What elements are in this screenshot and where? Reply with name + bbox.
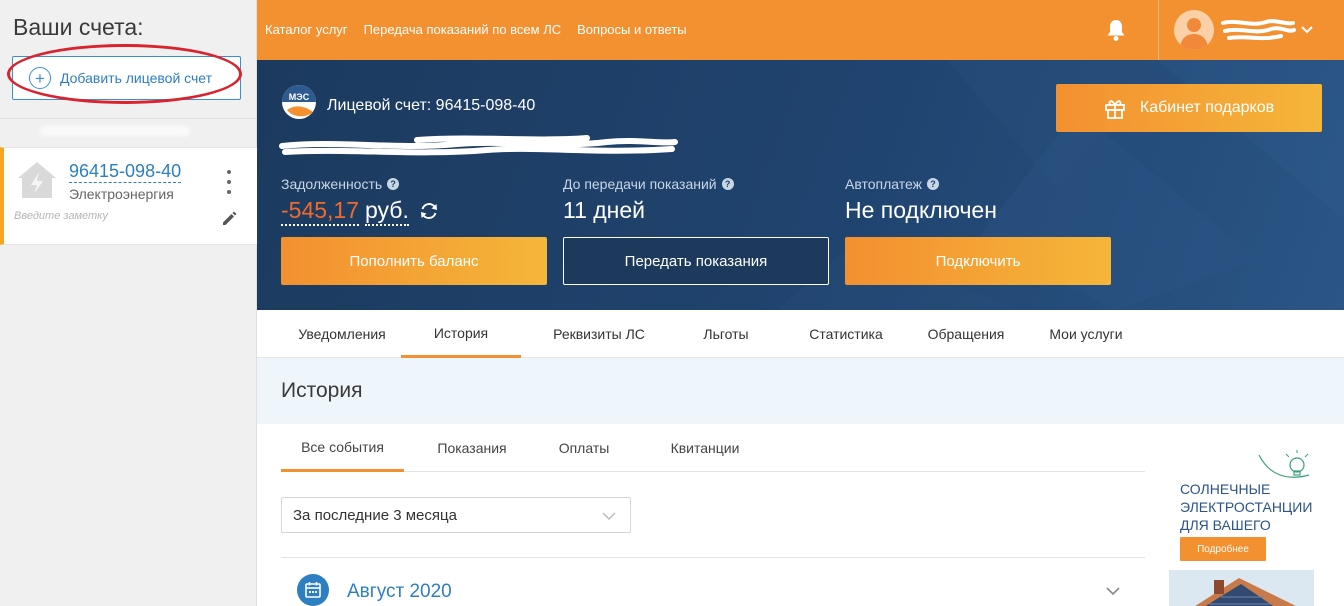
autopay-label: Автоплатеж ? [845,176,939,192]
history-header: История [257,358,1344,424]
help-icon[interactable]: ? [387,178,400,190]
note-input[interactable] [14,210,204,222]
add-account-button[interactable]: + Добавить лицевой счет [12,56,241,100]
autopay-label-text: Автоплатеж [845,176,922,192]
gift-icon [1104,100,1125,119]
plus-icon: + [29,67,51,89]
user-silhouette-icon [1180,18,1208,50]
chevron-down-icon[interactable] [1105,585,1121,597]
account-card[interactable]: 96415-098-40 Электроэнергия [0,147,257,245]
help-icon[interactable]: ? [927,178,939,190]
period-select-value: За последние 3 месяца [293,506,457,524]
bulb-icon [1258,450,1310,478]
subtab-receipts[interactable]: Квитанции [657,424,753,472]
debt-amount: -545,17 [281,196,360,226]
gift-cabinet-button[interactable]: Кабинет подарков [1056,84,1322,132]
subtab-all-events[interactable]: Все события [281,424,404,472]
month-group-label[interactable]: Август 2020 [347,581,452,603]
subtab-readings[interactable]: Показания [417,424,527,472]
account-tabs: Уведомления История Реквизиты ЛС Льготы … [257,310,1344,358]
chevron-down-icon [602,512,616,521]
tab-benefits[interactable]: Льготы [681,310,771,358]
connect-autopay-button[interactable]: Подключить [845,237,1111,285]
submit-readings-button[interactable]: Передать показания [563,237,829,285]
tab-notifications[interactable]: Уведомления [281,310,403,358]
debt-label-text: Задолженность [281,176,383,192]
solar-ad-banner[interactable]: Солнечные электростанции для вашего дома… [1169,445,1314,606]
account-type: Электроэнергия [69,186,174,202]
nav-link-submit-all[interactable]: Передача показаний по всем ЛС [364,22,562,37]
account-hero: МЭС Лицевой счет: 96415-098-40 Кабинет п… [257,60,1344,310]
house-electric-icon [18,162,56,198]
meter-value: 11 дней [563,197,646,223]
add-account-label: Добавить лицевой счет [60,70,213,86]
top-bar: Каталог услуг Передача показаний по всем… [257,0,1344,60]
help-icon[interactable]: ? [721,178,734,190]
tab-statistics[interactable]: Статистика [793,310,899,358]
page-title: История [281,379,363,402]
sidebar-title: Ваши счета: [13,14,144,40]
calendar-icon [297,574,329,606]
topup-balance-button[interactable]: Пополнить баланс [281,237,547,285]
period-select[interactable]: За последние 3 месяца [281,497,631,533]
refresh-icon[interactable] [418,200,440,222]
avatar[interactable] [1174,10,1214,50]
nav-link-faq[interactable]: Вопросы и ответы [577,22,686,37]
history-subtabs: Все события Показания Оплаты Квитанции [281,424,1145,472]
sidebar: Ваши счета: + Добавить лицевой счет 9641… [0,0,257,606]
divider [0,118,257,119]
topbar-divider [1158,0,1159,60]
debt-value: -545,17 руб. [281,196,440,226]
bell-icon[interactable] [1103,17,1129,43]
tab-requisites[interactable]: Реквизиты ЛС [537,310,661,358]
account-title: Лицевой счет: 96415-098-40 [327,97,536,114]
redacted-strip [40,126,190,136]
tab-my-services[interactable]: Мои услуги [1035,310,1137,358]
debt-label: Задолженность ? [281,176,400,192]
account-number-link[interactable]: 96415-098-40 [69,161,182,183]
nav-link-catalog[interactable]: Каталог услуг [265,22,348,37]
debt-currency: руб. [365,196,409,226]
pencil-icon[interactable] [220,208,240,228]
solar-house-image [1169,570,1314,606]
gift-button-label: Кабинет подарков [1139,99,1275,116]
meter-label-text: До передачи показаний [563,176,717,192]
svg-text:МЭС: МЭС [289,92,310,102]
ad-more-button[interactable]: Подробнее [1180,537,1266,561]
subtab-payments[interactable]: Оплаты [543,424,625,472]
top-nav: Каталог услуг Передача показаний по всем… [265,22,687,37]
chevron-down-icon[interactable] [1300,24,1314,36]
meter-label: До передачи показаний ? [563,176,734,192]
tab-appeals[interactable]: Обращения [913,310,1019,358]
redacted-username [1221,19,1296,41]
divider [281,557,1145,558]
autopay-value: Не подключен [845,197,997,223]
redacted-address [279,135,678,156]
tab-history[interactable]: История [401,310,521,358]
kebab-menu-icon[interactable] [222,170,236,194]
mes-logo-icon: МЭС [282,85,316,119]
